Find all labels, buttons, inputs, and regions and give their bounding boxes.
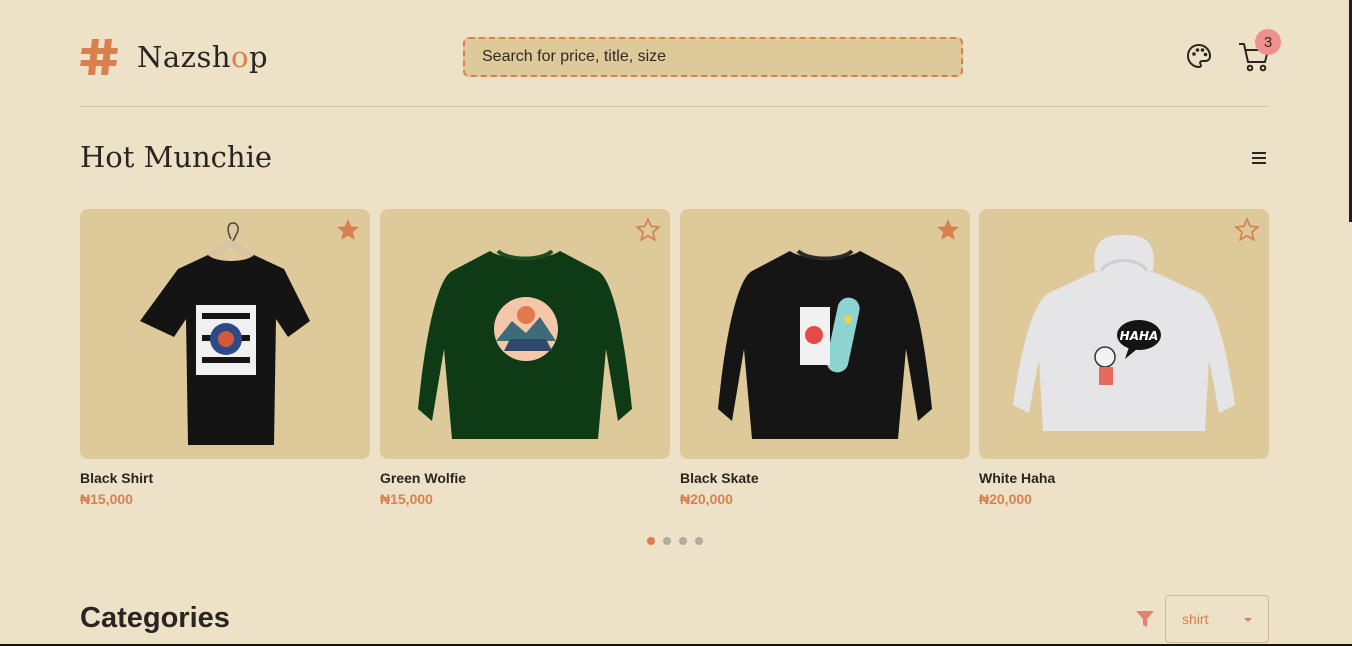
logo[interactable]: Nazshop <box>80 37 268 77</box>
categories-title: Categories <box>80 602 230 634</box>
menu-icon[interactable] <box>1252 152 1266 164</box>
product-image[interactable] <box>380 209 670 459</box>
hashtag-logo-icon <box>80 39 118 75</box>
product-price: ₦15,000 <box>80 491 133 507</box>
carousel-dot[interactable] <box>679 537 687 545</box>
product-card[interactable]: Black Shirt ₦15,000 <box>80 209 370 507</box>
product-name[interactable]: White Haha <box>979 470 1269 486</box>
palette-icon[interactable] <box>1185 42 1213 70</box>
section-title: Hot Munchie <box>80 140 273 174</box>
product-price: ₦20,000 <box>680 491 733 507</box>
product-carousel: Black Shirt ₦15,000 Green Wolfie ₦15,000… <box>80 209 1269 509</box>
favorite-star-icon[interactable] <box>335 217 361 243</box>
carousel-dot[interactable] <box>695 537 703 545</box>
header: Nazshop 3 <box>80 0 1281 107</box>
caret-down-icon <box>1244 618 1252 622</box>
filter-icon[interactable] <box>1134 608 1156 630</box>
product-name[interactable]: Black Skate <box>680 470 970 486</box>
carousel-dot[interactable] <box>663 537 671 545</box>
search-input[interactable] <box>482 48 961 66</box>
product-card[interactable]: HAHA White Haha ₦20,000 <box>979 209 1269 507</box>
search-bar[interactable] <box>463 37 963 77</box>
product-image[interactable]: HAHA <box>979 209 1269 459</box>
favorite-star-outline-icon[interactable] <box>1234 217 1260 243</box>
t-shirt-image <box>140 222 310 445</box>
cart-count-badge: 3 <box>1255 29 1281 55</box>
sweatshirt-image <box>718 249 932 439</box>
carousel-pagination <box>647 537 703 545</box>
carousel-dot[interactable] <box>647 537 655 545</box>
page: Nazshop 3 Hot Munchie <box>80 0 1281 646</box>
category-select[interactable]: shirt <box>1165 595 1269 643</box>
category-select-value: shirt <box>1182 611 1209 627</box>
favorite-star-outline-icon[interactable] <box>635 217 661 243</box>
hoodie-image: HAHA <box>1013 235 1235 431</box>
product-price: ₦20,000 <box>979 491 1032 507</box>
product-image[interactable] <box>80 209 370 459</box>
product-name[interactable]: Black Shirt <box>80 470 370 486</box>
product-price: ₦15,000 <box>380 491 433 507</box>
product-image[interactable] <box>680 209 970 459</box>
brand-name: Nazshop <box>137 40 269 74</box>
product-card[interactable]: Black Skate ₦20,000 <box>680 209 970 507</box>
product-name[interactable]: Green Wolfie <box>380 470 670 486</box>
sweatshirt-image <box>418 249 632 439</box>
favorite-star-icon[interactable] <box>935 217 961 243</box>
svg-text:HAHA: HAHA <box>1120 329 1159 343</box>
product-card[interactable]: Green Wolfie ₦15,000 <box>380 209 670 507</box>
